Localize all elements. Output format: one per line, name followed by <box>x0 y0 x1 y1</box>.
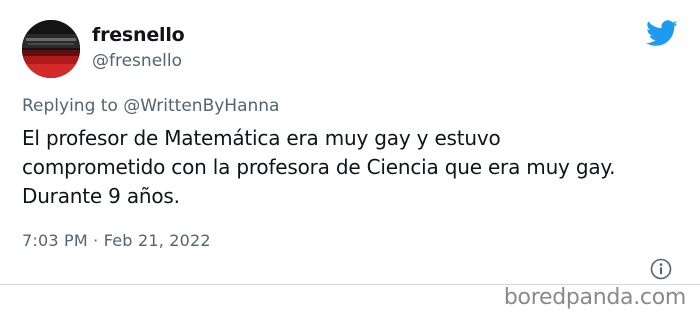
author-name[interactable]: fresnello <box>92 24 185 46</box>
replying-prefix: Replying to <box>22 96 118 116</box>
page: fresnello @fresnello Replying to @Writte… <box>0 0 700 319</box>
avatar[interactable] <box>22 20 80 78</box>
avatar-image <box>22 20 80 78</box>
replying-to: Replying to @WrittenByHanna <box>22 96 279 116</box>
watermark-logo: boredpanda.com <box>503 285 686 310</box>
tweet-text: El profesor de Matemática era muy gay y … <box>22 126 616 208</box>
tweet-card: fresnello @fresnello Replying to @Writte… <box>0 0 700 285</box>
replying-handle-link[interactable]: @WrittenByHanna <box>123 96 279 116</box>
author-handle[interactable]: @fresnello <box>92 51 182 71</box>
twitter-bird-icon[interactable] <box>646 20 678 47</box>
info-icon[interactable] <box>650 258 672 280</box>
tweet-timestamp[interactable]: 7:03 PM · Feb 21, 2022 <box>22 231 211 250</box>
